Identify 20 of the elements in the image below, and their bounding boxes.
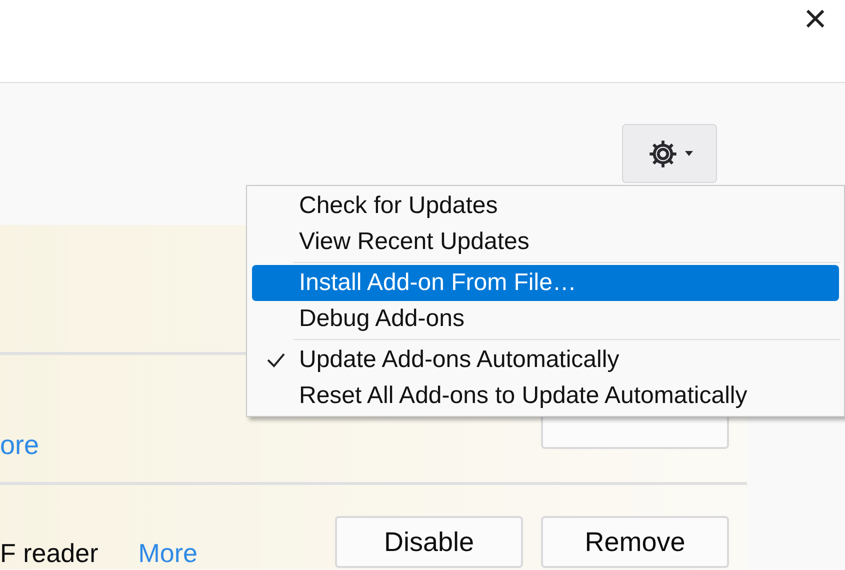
menu-item[interactable]: Debug Add-ons <box>252 301 839 337</box>
menu-item-label: Reset All Add-ons to Update Automatically <box>299 381 748 411</box>
checkmark-icon <box>266 352 286 368</box>
addon-button[interactable]: Disable <box>335 516 523 568</box>
menu-item-label: Debug Add-ons <box>299 304 464 334</box>
caret-icon <box>684 151 692 156</box>
menu-item-label: View Recent Updates <box>299 227 530 257</box>
menu-item-label: Install Add-on From File… <box>299 268 576 298</box>
menu-item[interactable]: View Recent Updates <box>252 224 839 260</box>
menu-item[interactable]: Install Add-on From File… <box>252 265 839 301</box>
menu-item-label: Check for Updates <box>299 191 498 221</box>
menu-item[interactable]: Reset All Add-ons to Update Automatically <box>252 378 839 414</box>
gear-icon <box>646 138 678 170</box>
addon-description: F reader <box>0 539 98 567</box>
menu-item[interactable]: Update Add-ons Automatically <box>252 342 839 378</box>
addon-button[interactable]: Remove <box>541 516 729 568</box>
menu-item-label: Update Add-ons Automatically <box>299 345 620 375</box>
menu-item[interactable]: Check for Updates <box>252 188 839 224</box>
close-button[interactable]: × <box>804 2 827 36</box>
tools-menu-button[interactable] <box>622 124 717 183</box>
